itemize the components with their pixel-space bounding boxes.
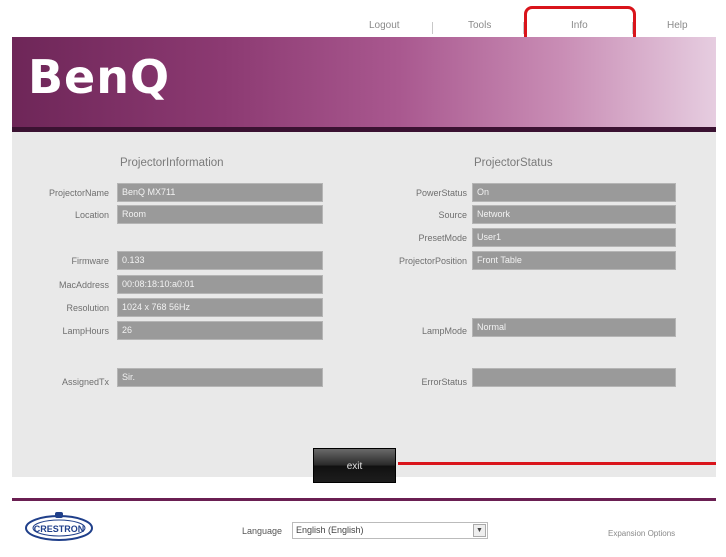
power-status-label: PowerStatus — [415, 188, 467, 198]
location-label: Location — [74, 210, 109, 220]
firmware-label: Firmware — [71, 256, 110, 266]
mac-address-label: MacAddress — [58, 280, 109, 290]
preset-mode-field: User1 — [472, 228, 676, 247]
nav-tools[interactable]: Tools — [468, 20, 491, 31]
source-label: Source — [438, 210, 467, 220]
location-field: Room — [117, 205, 323, 224]
projector-position-field: Front Table — [472, 251, 676, 270]
assigned-tx-field: Sir. — [117, 368, 323, 387]
error-status-field — [472, 368, 676, 387]
footer-divider — [12, 498, 716, 501]
nav-logout[interactable]: Logout — [369, 20, 400, 31]
lamp-hours-field: 26 — [117, 321, 323, 340]
annotation-line — [398, 462, 716, 465]
lamp-hours-label: LampHours — [62, 326, 109, 336]
resolution-label: Resolution — [66, 303, 109, 313]
resolution-field: 1024 x 768 56Hz — [117, 298, 323, 317]
power-status-field: On — [472, 183, 676, 202]
firmware-field: 0.133 — [117, 251, 323, 270]
crestron-logo-icon: CRESTRON — [25, 512, 93, 541]
assigned-tx-label: AssignedTx — [61, 377, 109, 387]
projector-position-label: ProjectorPosition — [398, 256, 467, 266]
projector-name-field: BenQ MX711 — [117, 183, 323, 202]
exit-button[interactable]: exit — [313, 448, 396, 483]
language-select[interactable]: English (English) ▼ — [292, 522, 488, 539]
lamp-mode-field: Normal — [472, 318, 676, 337]
nav-help[interactable]: Help — [667, 20, 688, 31]
preset-mode-label: PresetMode — [418, 233, 467, 243]
mac-address-field: 00:08:18:10:a0:01 — [117, 275, 323, 294]
expansion-options-link[interactable]: Expansion Options — [608, 529, 675, 538]
source-field: Network — [472, 205, 676, 224]
nav-separator — [432, 22, 433, 34]
projector-status-title: ProjectorStatus — [474, 157, 553, 169]
projector-information-title: ProjectorInformation — [120, 157, 224, 169]
chevron-down-icon[interactable]: ▼ — [473, 524, 486, 537]
benq-logo: BenQ — [28, 50, 171, 104]
crestron-logo-text: CRESTRON — [34, 524, 85, 534]
projector-name-label: ProjectorName — [48, 188, 109, 198]
error-status-label: ErrorStatus — [421, 377, 467, 387]
language-label: Language — [242, 526, 283, 536]
language-value: English (English) — [296, 525, 364, 535]
lamp-mode-label: LampMode — [421, 326, 467, 336]
